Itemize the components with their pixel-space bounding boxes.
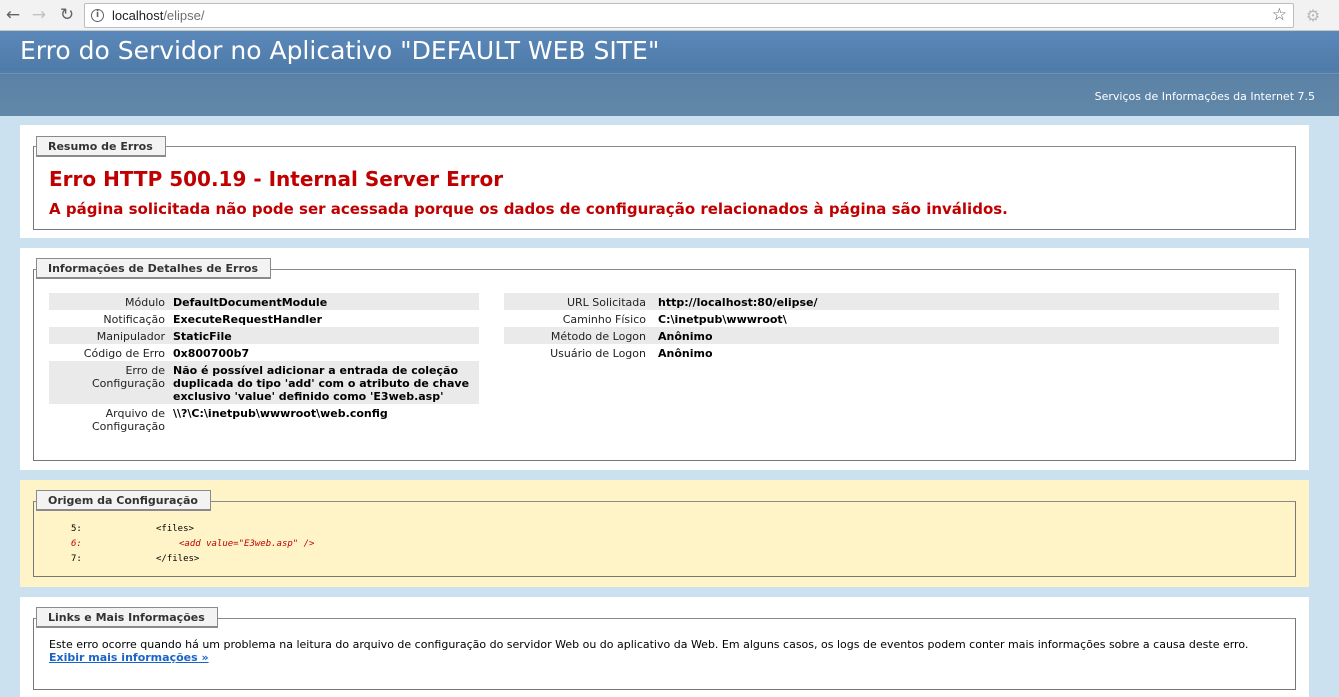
- table-row: URL Solicitada http://localhost:80/elipse…: [504, 293, 1279, 310]
- detail-label: Código de Erro: [83, 347, 165, 360]
- server-version: Serviços de Informações da Internet 7.5: [1094, 90, 1315, 103]
- table-row: Usuário de Logon Anônimo: [504, 344, 1279, 361]
- detail-label: Erro de Configuração: [49, 361, 173, 404]
- error-message: A página solicitada não pode ser acessad…: [49, 200, 1008, 218]
- detail-label: Módulo: [49, 293, 173, 310]
- table-row: Caminho Físico C:\inetpub\wwwroot\: [504, 310, 1279, 327]
- code-line-error: <add value="E3web.asp" />: [179, 539, 315, 549]
- code-line-number: 6:: [71, 539, 82, 549]
- bookmark-star-icon[interactable]: ☆: [1272, 5, 1287, 25]
- table-row: Código de Erro 0x800700b7: [49, 344, 479, 361]
- page-header: Erro do Servidor no Aplicativo "DEFAULT …: [0, 31, 1339, 116]
- detail-value: \\?\C:\inetpub\wwwroot\web.config: [173, 407, 388, 420]
- detail-value: http://localhost:80/elipse/: [654, 293, 1279, 310]
- detail-label: Notificação: [103, 313, 165, 326]
- details-table-left: Módulo DefaultDocumentModule Notificação E…: [49, 293, 479, 434]
- address-bar[interactable]: i localhost/elipse/ ☆: [84, 3, 1294, 28]
- links-description: Este erro ocorre quando há um problema n…: [49, 638, 1249, 651]
- table-row: Notificação ExecuteRequestHandler: [49, 310, 479, 327]
- more-info-link[interactable]: Exibir mais informações »: [49, 651, 209, 664]
- error-summary-panel: Resumo de Erros Erro HTTP 500.19 - Inter…: [20, 125, 1309, 238]
- detail-label: Caminho Físico: [562, 313, 646, 326]
- page-title: Erro do Servidor no Aplicativo "DEFAULT …: [20, 36, 660, 65]
- links-fieldset: [33, 618, 1296, 690]
- code-line-number: 5:: [71, 524, 82, 534]
- table-row: Módulo DefaultDocumentModule: [49, 293, 479, 310]
- detail-value: Anônimo: [658, 347, 713, 360]
- reload-icon[interactable]: ↻: [56, 4, 78, 26]
- forward-arrow-icon[interactable]: →: [28, 4, 50, 26]
- header-divider: [0, 73, 1339, 74]
- links-legend: Links e Mais Informações: [36, 607, 218, 628]
- detail-value: C:\inetpub\wwwroot\: [658, 313, 787, 326]
- detail-value: 0x800700b7: [173, 347, 250, 360]
- error-summary-legend: Resumo de Erros: [36, 136, 166, 157]
- detail-label: Usuário de Logon: [550, 347, 646, 360]
- error-details-legend: Informações de Detalhes de Erros: [36, 258, 271, 279]
- error-details-panel: Informações de Detalhes de Erros Módulo D…: [20, 248, 1309, 470]
- detail-value: DefaultDocumentModule: [173, 293, 479, 310]
- code-line-number: 7:: [71, 554, 82, 564]
- detail-value: Anônimo: [654, 327, 1279, 344]
- config-source-legend: Origem da Configuração: [36, 490, 211, 511]
- detail-label: Manipulador: [49, 327, 173, 344]
- detail-value: StaticFile: [173, 327, 479, 344]
- details-table-right: URL Solicitada http://localhost:80/elipse…: [504, 293, 1279, 361]
- detail-value: Não é possível adicionar a entrada de co…: [173, 361, 479, 404]
- links-panel: Links e Mais Informações Este erro ocorr…: [20, 597, 1309, 697]
- info-icon[interactable]: i: [91, 9, 104, 22]
- table-row: Arquivo de Configuração \\?\C:\inetpub\ww…: [49, 404, 479, 434]
- error-title: Erro HTTP 500.19 - Internal Server Error: [49, 167, 504, 191]
- table-row: Método de Logon Anônimo: [504, 327, 1279, 344]
- table-row: Manipulador StaticFile: [49, 327, 479, 344]
- table-row: Erro de Configuração Não é possível adici…: [49, 361, 479, 404]
- config-source-panel: Origem da Configuração 5: <files> 6: <ad…: [20, 480, 1309, 587]
- detail-value: ExecuteRequestHandler: [173, 313, 323, 326]
- detail-label: URL Solicitada: [504, 293, 654, 310]
- extension-icon[interactable]: ⚙: [1302, 5, 1324, 27]
- code-line: <files>: [156, 524, 194, 534]
- address-url[interactable]: localhost/elipse/: [112, 8, 205, 23]
- back-arrow-icon[interactable]: ←: [2, 4, 24, 26]
- detail-label: Método de Logon: [504, 327, 654, 344]
- browser-toolbar: ← → ↻ i localhost/elipse/ ☆ ⚙: [0, 0, 1339, 31]
- code-line: </files>: [156, 554, 200, 564]
- detail-label: Arquivo de Configuração: [91, 407, 165, 433]
